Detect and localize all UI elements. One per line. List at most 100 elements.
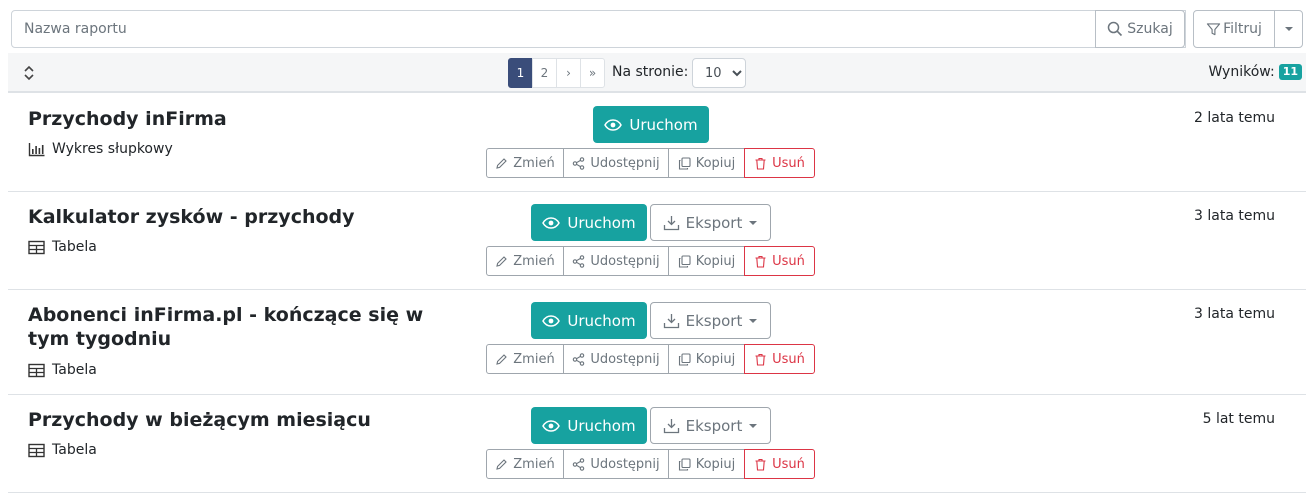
report-title[interactable]: Abonenci inFirma.pl - kończące się w tym…	[28, 303, 428, 351]
edit-label: Zmień	[513, 155, 555, 171]
search-bar: Szukaj Filtruj	[11, 10, 1303, 48]
per-page-label: Na stronie:	[612, 64, 689, 80]
report-title[interactable]: Przychody inFirma	[28, 107, 428, 131]
report-row: Kalkulator zysków - przychody Tabela Uru…	[8, 192, 1306, 290]
run-button-label: Uruchom	[567, 311, 636, 330]
report-time: 5 lat temu	[1202, 411, 1275, 427]
export-button[interactable]: Eksport	[650, 302, 771, 339]
eye-icon	[542, 419, 561, 432]
share-icon	[573, 457, 585, 471]
share-button[interactable]: Udostępnij	[563, 246, 669, 276]
search-icon	[1108, 21, 1123, 37]
delete-label: Usuń	[772, 351, 805, 367]
download-icon	[663, 215, 679, 230]
report-type-label: Wykres słupkowy	[52, 141, 173, 157]
export-button[interactable]: Eksport	[650, 407, 771, 444]
copy-button[interactable]: Kopiuj	[668, 449, 745, 479]
copy-button[interactable]: Kopiuj	[668, 246, 745, 276]
delete-button[interactable]: Usuń	[744, 148, 815, 178]
eye-icon	[542, 216, 561, 229]
delete-label: Usuń	[772, 253, 805, 269]
page-1-button[interactable]: 1	[508, 58, 533, 88]
next-page-button[interactable]: ›	[556, 58, 581, 88]
last-page-button[interactable]: »	[580, 58, 605, 88]
report-time: 3 lata temu	[1194, 306, 1275, 322]
page-2-button[interactable]: 2	[532, 58, 557, 88]
report-row: Abonenci inFirma.pl - kończące się w tym…	[8, 290, 1306, 395]
share-icon	[573, 254, 585, 268]
pencil-icon	[496, 458, 508, 470]
report-type: Wykres słupkowy	[28, 141, 173, 157]
run-button[interactable]: Uruchom	[531, 302, 647, 339]
copy-button[interactable]: Kopiuj	[668, 148, 745, 178]
filter-dropdown-toggle[interactable]	[1274, 10, 1303, 48]
results-badge: 11	[1278, 64, 1302, 80]
table-icon	[28, 363, 45, 377]
report-type: Tabela	[28, 442, 97, 458]
results-count: Wyników: 11	[1208, 64, 1302, 80]
edit-button[interactable]: Zmień	[486, 148, 564, 178]
row-actions: Zmień Udostępnij Kopiuj Usuń	[486, 449, 815, 479]
list-toolbar: 1 2 › » Na stronie: 10 Wyników: 11	[8, 53, 1306, 93]
pencil-icon	[496, 353, 508, 365]
report-time: 2 lata temu	[1194, 110, 1275, 126]
report-row: Przychody inFirma Wykres słupkowy Urucho…	[8, 95, 1306, 192]
filter-button[interactable]: Filtruj	[1193, 10, 1275, 48]
results-label: Wyników:	[1208, 64, 1275, 80]
trash-icon	[755, 157, 766, 170]
caret-down-icon	[1284, 27, 1293, 31]
edit-button[interactable]: Zmień	[486, 246, 564, 276]
report-type-label: Tabela	[52, 239, 97, 255]
export-button[interactable]: Eksport	[650, 204, 771, 241]
share-button[interactable]: Udostępnij	[563, 148, 669, 178]
copy-button[interactable]: Kopiuj	[668, 344, 745, 374]
share-button[interactable]: Udostępnij	[563, 449, 669, 479]
eye-icon	[604, 118, 623, 131]
pencil-icon	[496, 255, 508, 267]
filter-icon	[1206, 22, 1221, 35]
share-label: Udostępnij	[590, 253, 660, 269]
run-button[interactable]: Uruchom	[593, 106, 709, 143]
search-button-label: Szukaj	[1127, 21, 1173, 37]
search-input[interactable]	[11, 10, 1186, 48]
pencil-icon	[496, 157, 508, 169]
delete-label: Usuń	[772, 155, 805, 171]
delete-button[interactable]: Usuń	[744, 449, 815, 479]
search-button[interactable]: Szukaj	[1095, 10, 1185, 48]
share-icon	[573, 352, 585, 366]
edit-button[interactable]: Zmień	[486, 344, 564, 374]
copy-icon	[678, 457, 691, 471]
copy-label: Kopiuj	[695, 456, 736, 472]
report-title[interactable]: Kalkulator zysków - przychody	[28, 205, 428, 229]
report-type-label: Tabela	[52, 442, 97, 458]
delete-button[interactable]: Usuń	[744, 246, 815, 276]
copy-icon	[678, 352, 691, 366]
trash-icon	[755, 458, 766, 471]
edit-button[interactable]: Zmień	[486, 449, 564, 479]
trash-icon	[755, 353, 766, 366]
share-label: Udostępnij	[590, 155, 660, 171]
copy-icon	[678, 254, 691, 268]
report-title[interactable]: Przychody w bieżącym miesiącu	[28, 408, 428, 432]
export-button-label: Eksport	[685, 311, 743, 330]
download-icon	[663, 418, 679, 433]
run-button[interactable]: Uruchom	[531, 407, 647, 444]
delete-button[interactable]: Usuń	[744, 344, 815, 374]
bar-chart-icon	[28, 142, 45, 156]
export-button-label: Eksport	[685, 213, 743, 232]
edit-label: Zmień	[513, 456, 555, 472]
per-page-select[interactable]: 10	[692, 58, 746, 88]
share-button[interactable]: Udostępnij	[563, 344, 669, 374]
report-type: Tabela	[28, 362, 97, 378]
trash-icon	[755, 255, 766, 268]
run-button[interactable]: Uruchom	[531, 204, 647, 241]
sort-icon[interactable]	[22, 64, 36, 82]
report-type: Tabela	[28, 239, 97, 255]
table-icon	[28, 443, 45, 457]
edit-label: Zmień	[513, 253, 555, 269]
caret-down-icon	[749, 220, 758, 225]
report-time: 3 lata temu	[1194, 208, 1275, 224]
copy-label: Kopiuj	[695, 351, 736, 367]
row-actions: Zmień Udostępnij Kopiuj Usuń	[486, 344, 815, 374]
row-actions: Zmień Udostępnij Kopiuj Usuń	[486, 148, 815, 178]
